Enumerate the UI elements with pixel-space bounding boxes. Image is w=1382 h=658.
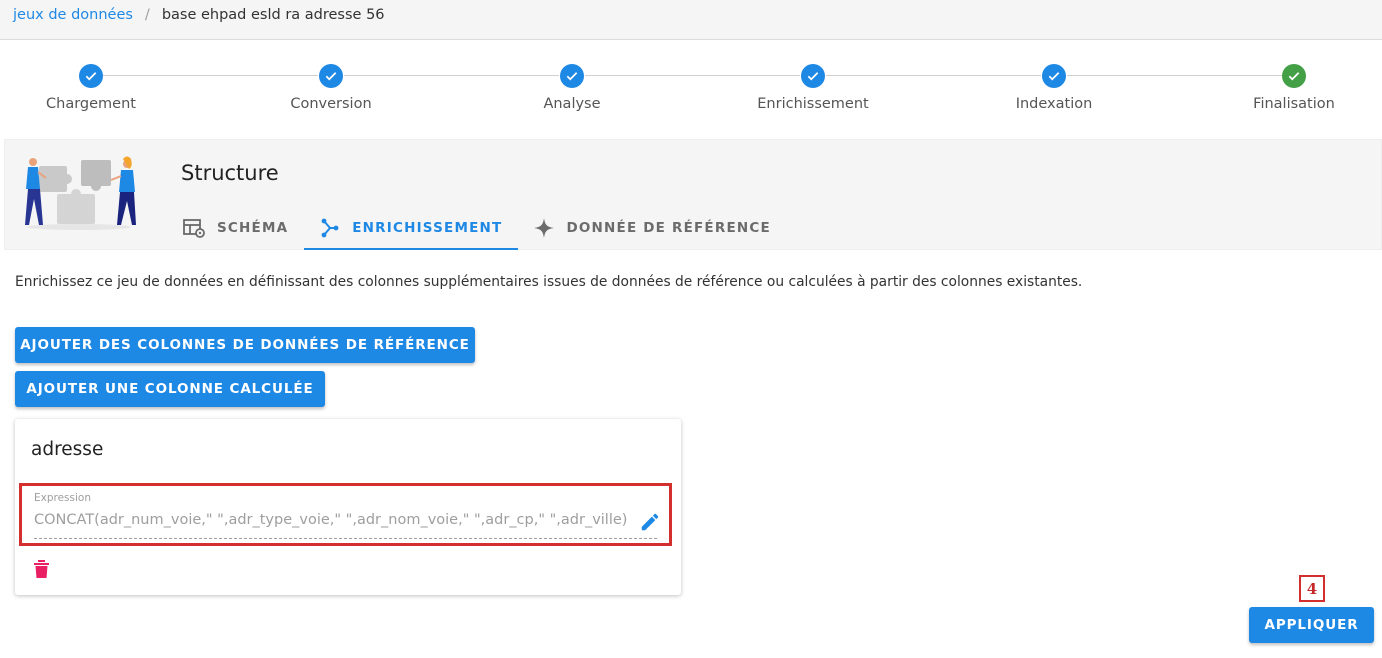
pencil-icon[interactable] [639,511,661,537]
graph-branch-icon [320,218,340,238]
step-indexation[interactable]: Indexation [994,64,1114,112]
structure-title: Structure [181,161,279,185]
top-bar: jeux de données / base ehpad esld ra adr… [0,0,1382,40]
step-enrichissement[interactable]: Enrichissement [753,64,873,112]
check-icon [79,64,103,88]
add-reference-columns-button[interactable]: AJOUTER DES COLONNES DE DONNÉES DE RÉFÉR… [15,327,475,363]
step-label: Conversion [290,96,372,112]
step-label: Finalisation [1253,96,1335,112]
step-label: Chargement [46,96,136,112]
breadcrumb-separator: / [144,7,150,23]
column-name: adresse [31,439,104,460]
step-finalisation[interactable]: Finalisation [1234,64,1354,112]
step-label: Analyse [543,96,601,112]
tab-schema[interactable]: SCHÉMA [167,206,304,250]
tab-label: DONNÉE DE RÉFÉRENCE [566,220,771,236]
check-icon [1282,64,1306,88]
check-icon [560,64,584,88]
check-icon [1042,64,1066,88]
breadcrumb-datasets-link[interactable]: jeux de données [13,7,133,23]
tab-label: SCHÉMA [217,220,289,236]
step-chargement[interactable]: Chargement [31,64,151,112]
step-label: Indexation [1015,96,1093,112]
step-conversion[interactable]: Conversion [271,64,391,112]
tab-enrichissement[interactable]: ENRICHISSEMENT [304,206,519,250]
expression-label: Expression [34,492,91,504]
expression-field-highlight: Expression CONCAT(adr_num_voie," ",adr_t… [19,483,672,546]
add-computed-column-button[interactable]: AJOUTER UNE COLONNE CALCULÉE [15,371,325,407]
step-analyse[interactable]: Analyse [512,64,632,112]
tab-donnee-de-reference[interactable]: DONNÉE DE RÉFÉRENCE [518,206,786,250]
field-underline [34,538,657,539]
check-icon [319,64,343,88]
puzzle-illustration [19,156,141,230]
structure-tabs: SCHÉMA ENRICHISSEMENT DONNÉE DE RÉFÉRENC… [167,206,787,250]
trash-icon[interactable] [33,559,50,583]
computed-column-card: adresse Expression CONCAT(adr_num_voie,"… [15,419,681,595]
check-icon [801,64,825,88]
expression-input[interactable]: CONCAT(adr_num_voie," ",adr_type_voie," … [34,512,627,528]
enrichment-description: Enrichissez ce jeu de données en définis… [15,274,1083,290]
annotation-marker: 4 [1299,575,1325,602]
apply-button[interactable]: APPLIQUER [1249,607,1374,643]
step-label: Enrichissement [757,96,869,112]
tab-label: ENRICHISSEMENT [352,220,503,236]
table-cog-icon [183,218,205,238]
breadcrumb-current: base ehpad esld ra adresse 56 [161,7,385,23]
sparkle-icon [534,218,555,238]
progress-stepper: Chargement Conversion Analyse Enrichisse… [0,40,1382,136]
breadcrumb: jeux de données / base ehpad esld ra adr… [13,7,385,23]
structure-header: Structure SCHÉMA ENRICHISSEMENT DONNÉE D… [4,139,1382,250]
